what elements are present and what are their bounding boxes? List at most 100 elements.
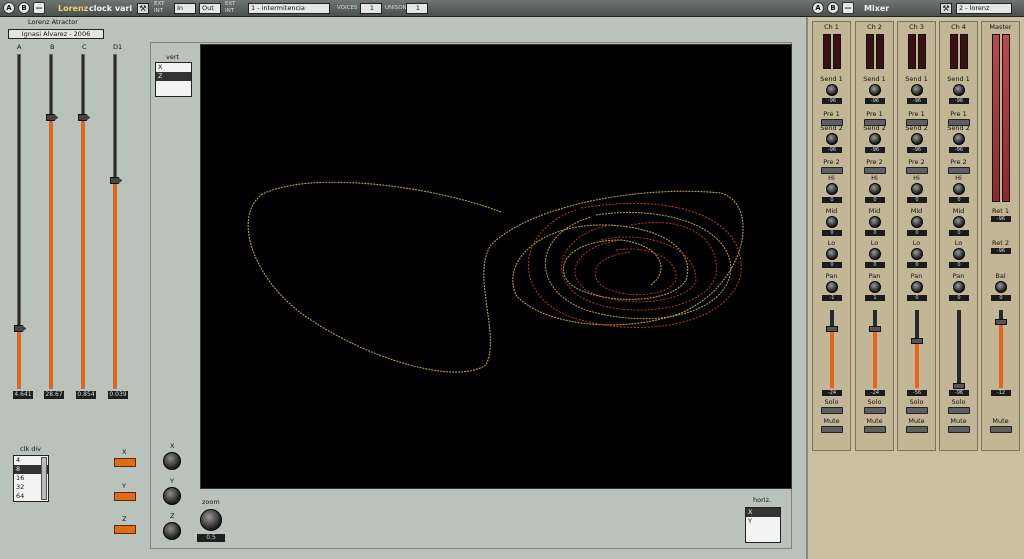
vert-option[interactable]: Z	[156, 72, 191, 81]
vu-meter-left	[866, 34, 874, 69]
fader-value: -24	[865, 390, 885, 396]
master-mute-label: Mute	[992, 417, 1009, 425]
mute-button[interactable]	[948, 426, 970, 433]
hi-knob[interactable]	[953, 183, 965, 195]
mid-knob[interactable]	[953, 216, 965, 228]
y-output-button[interactable]	[114, 492, 136, 501]
mixer-channel-strip: Ch 4 Send 1 -96 Pre 1 Send 2 -96 Pre 2 Hi 0 Mid 0 L…	[939, 21, 978, 451]
solo-button[interactable]	[906, 407, 928, 414]
send1-knob[interactable]	[953, 84, 965, 96]
mid-knob[interactable]	[826, 216, 838, 228]
solo-label: Solo	[824, 398, 839, 406]
horiz-option[interactable]: Y	[746, 517, 780, 526]
mid-value: 0	[949, 230, 969, 236]
solo-label: Solo	[867, 398, 882, 406]
pre2-button[interactable]	[906, 167, 928, 174]
pan-knob[interactable]	[826, 281, 838, 293]
param-slider-thumb[interactable]	[46, 114, 58, 121]
send2-knob[interactable]	[953, 133, 965, 145]
fader-fill	[873, 329, 877, 388]
vert-list[interactable]: X Z	[155, 62, 192, 97]
fader-thumb[interactable]	[911, 338, 923, 344]
send1-knob[interactable]	[869, 84, 881, 96]
mid-value: 0	[865, 230, 885, 236]
vu-meter-right	[876, 34, 884, 69]
lo-knob[interactable]	[826, 248, 838, 260]
mixer-a-button[interactable]: A	[812, 2, 824, 14]
send2-knob[interactable]	[869, 133, 881, 145]
mid-knob[interactable]	[911, 216, 923, 228]
pan-knob[interactable]	[953, 281, 965, 293]
pre2-label: Pre 2	[908, 158, 925, 166]
param-slider-thumb[interactable]	[78, 114, 90, 121]
fader-track[interactable]	[957, 310, 961, 388]
x-output-button[interactable]	[114, 458, 136, 467]
midi-in-select[interactable]: In	[174, 3, 196, 14]
a-button[interactable]: A	[3, 2, 15, 14]
solo-button[interactable]	[864, 407, 886, 414]
lo-knob[interactable]	[953, 248, 965, 260]
solo-label: Solo	[909, 398, 924, 406]
master-strip: Master Ret 1 -96 Ret 2 -96 Bal 0 -12 Mute	[981, 21, 1020, 451]
fader-thumb[interactable]	[869, 326, 881, 332]
param-d1-label: D1	[113, 43, 123, 51]
zoom-knob[interactable]	[200, 509, 222, 531]
mixer-wrench-icon[interactable]: ⚒	[940, 3, 952, 14]
vert-option[interactable]: X	[156, 63, 191, 72]
pan-knob[interactable]	[911, 281, 923, 293]
hi-knob[interactable]	[911, 183, 923, 195]
unison-field[interactable]: 1	[406, 3, 428, 14]
mid-label: Mid	[825, 207, 838, 215]
fader-thumb[interactable]	[826, 326, 838, 332]
mute-button[interactable]	[821, 426, 843, 433]
minimize-button[interactable]: —	[33, 2, 45, 14]
instrument-title-suffix: clock vari	[89, 4, 133, 13]
vu-meter-left	[908, 34, 916, 69]
x-knob[interactable]	[163, 452, 181, 470]
clk-div-list[interactable]: 4 8 16 32 64	[13, 455, 49, 502]
param-slider-thumb[interactable]	[110, 177, 122, 184]
master-mute-button[interactable]	[990, 426, 1012, 433]
unison-label: UNISON	[385, 5, 407, 11]
pan-knob[interactable]	[869, 281, 881, 293]
mid-knob[interactable]	[869, 216, 881, 228]
z-output-button[interactable]	[114, 525, 136, 534]
mute-button[interactable]	[906, 426, 928, 433]
voices-field[interactable]: 1	[360, 3, 382, 14]
solo-button[interactable]	[948, 407, 970, 414]
y-knob[interactable]	[163, 487, 181, 505]
lo-knob[interactable]	[869, 248, 881, 260]
clk-div-scrollbar[interactable]	[41, 457, 47, 500]
lo-knob[interactable]	[911, 248, 923, 260]
pre2-button[interactable]	[948, 167, 970, 174]
pre2-button[interactable]	[864, 167, 886, 174]
param-slider-thumb[interactable]	[14, 325, 26, 332]
mute-button[interactable]	[864, 426, 886, 433]
hi-knob[interactable]	[869, 183, 881, 195]
fader-thumb[interactable]	[953, 383, 965, 389]
hi-knob[interactable]	[826, 183, 838, 195]
hi-label: Hi	[913, 174, 920, 182]
master-fader-thumb[interactable]	[995, 319, 1007, 325]
mixer-channel-strip: Ch 2 Send 1 -96 Pre 1 Send 2 -96 Pre 2 Hi 0 Mid 0 L…	[855, 21, 894, 451]
horiz-list[interactable]: X Y	[745, 507, 781, 543]
b-button[interactable]: B	[18, 2, 30, 14]
mixer-patch-select[interactable]: 2 - lorenz	[956, 3, 1012, 14]
pre2-button[interactable]	[821, 167, 843, 174]
pre1-label: Pre 1	[950, 110, 967, 118]
solo-button[interactable]	[821, 407, 843, 414]
mid-label: Mid	[952, 207, 965, 215]
send2-knob[interactable]	[826, 133, 838, 145]
midi-out-select[interactable]: Out	[199, 3, 221, 14]
clk-div-label: clk div	[20, 445, 41, 453]
wrench-icon[interactable]: ⚒	[137, 3, 149, 14]
send2-knob[interactable]	[911, 133, 923, 145]
send1-knob[interactable]	[911, 84, 923, 96]
patch-select[interactable]: 1 - intermitencia	[248, 3, 330, 14]
horiz-option[interactable]: X	[746, 508, 780, 517]
bal-knob[interactable]	[995, 281, 1007, 293]
z-knob[interactable]	[163, 522, 181, 540]
mixer-b-button[interactable]: B	[827, 2, 839, 14]
send1-knob[interactable]	[826, 84, 838, 96]
mixer-minimize-button[interactable]: —	[842, 2, 854, 14]
